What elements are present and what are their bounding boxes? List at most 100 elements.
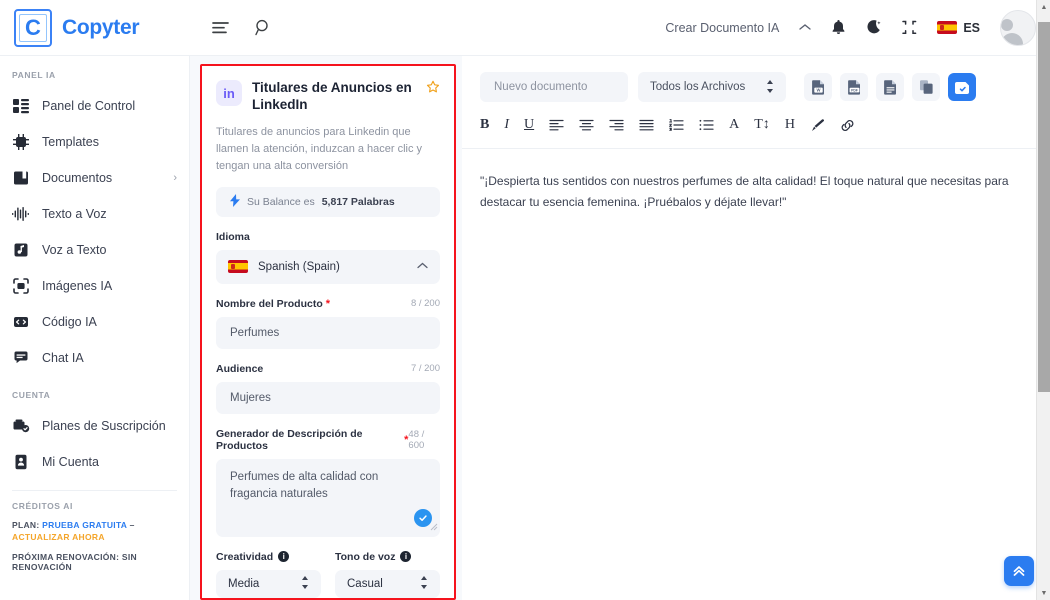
align-center-button[interactable] (579, 116, 594, 134)
plan-prefix: PLAN: (12, 520, 40, 530)
audience-value: Mujeres (230, 391, 271, 404)
sidebar-item-documentos[interactable]: Documentos › (0, 160, 189, 196)
align-left-button[interactable] (549, 116, 564, 134)
sidebar-item-label: Documentos (42, 171, 113, 185)
bell-icon[interactable] (831, 19, 846, 36)
sidebar-item-templates[interactable]: Templates (0, 124, 189, 160)
create-document-menu[interactable]: Crear Documento IA (665, 21, 779, 35)
audience-label-text: Audience (216, 362, 264, 375)
chip-ai-icon (12, 133, 30, 151)
plan-value: PRUEBA GRATUITA (42, 520, 127, 530)
info-icon[interactable]: i (400, 551, 412, 563)
copy-button[interactable] (912, 73, 940, 101)
sidebar-section-credits: CRÉDITOS AI (12, 501, 73, 511)
tone-group: Tono de voz i Casual (335, 551, 440, 598)
scroll-to-top-button[interactable] (1004, 556, 1034, 586)
svg-text:PDF: PDF (851, 88, 858, 92)
dashboard-icon (12, 97, 30, 115)
top-bar-right: Crear Documento IA ES (665, 9, 1050, 46)
tone-select[interactable]: Casual (335, 569, 440, 598)
save-document-button[interactable] (948, 73, 976, 101)
sidebar-item-label: Panel de Control (42, 99, 136, 113)
highlight-button[interactable] (810, 116, 825, 134)
top-bar-left-icons (212, 19, 272, 36)
product-name-label: Nombre del Producto * 8 / 200 (216, 298, 440, 310)
link-button[interactable] (840, 116, 855, 134)
code-icon (12, 313, 30, 331)
linkedin-icon-label: in (223, 85, 235, 101)
language-label-text: Idioma (216, 230, 250, 243)
bold-button[interactable]: B (480, 116, 489, 134)
template-panel: in Titulares de Anuncios en LinkedIn Tit… (200, 64, 456, 600)
italic-button[interactable]: I (504, 116, 509, 134)
menu-icon[interactable] (212, 21, 229, 35)
creativity-value: Media (228, 577, 260, 590)
sidebar-item-planes-de-suscripcion[interactable]: Planes de Suscripción (0, 408, 189, 444)
align-justify-button[interactable] (639, 116, 654, 134)
resize-handle[interactable] (429, 522, 438, 536)
chevron-right-icon: › (173, 172, 177, 184)
plan-upgrade-link[interactable]: ACTUALIZAR AHORA (12, 532, 105, 542)
svg-text:W: W (816, 88, 820, 93)
bullet-list-button[interactable] (699, 116, 714, 134)
sidebar-item-voz-a-texto[interactable]: Voz a Texto (0, 232, 189, 268)
sidebar-item-chat-ia[interactable]: Chat IA (0, 340, 189, 376)
scrollbar-down-arrow[interactable]: ▼ (1037, 586, 1050, 600)
search-icon[interactable] (255, 19, 272, 36)
sidebar-item-label: Texto a Voz (42, 207, 107, 221)
spain-flag-icon (228, 260, 248, 274)
linkedin-icon: in (216, 80, 242, 106)
compress-icon[interactable] (902, 20, 917, 35)
avatar-head (1001, 18, 1013, 31)
language-code: ES (963, 20, 980, 35)
export-txt-button[interactable] (876, 73, 904, 101)
chevron-up-icon[interactable] (799, 22, 812, 34)
underline-button[interactable]: U (524, 116, 534, 134)
language-select[interactable]: Spanish (Spain) (216, 249, 440, 284)
brand-logo-letter: C (25, 14, 41, 40)
moon-icon[interactable] (866, 19, 882, 36)
product-name-input[interactable]: Perfumes (216, 316, 440, 349)
align-right-button[interactable] (609, 116, 624, 134)
sort-arrows-icon (301, 576, 309, 591)
sidebar-item-texto-a-voz[interactable]: Texto a Voz (0, 196, 189, 232)
file-filter-select[interactable]: Todos los Archivos (638, 72, 786, 102)
balance-prefix: Su Balance es (247, 195, 315, 208)
document-name-input[interactable]: Nuevo documento (480, 72, 628, 102)
balance-banner: Su Balance es 5,817 Palabras (216, 186, 440, 217)
page-scrollbar[interactable]: ▲ ▼ (1036, 0, 1050, 600)
export-word-button[interactable]: W (804, 73, 832, 101)
scrollbar-thumb[interactable] (1038, 22, 1050, 392)
credits-section: CRÉDITOS AI PLAN: PRUEBA GRATUITA – ACTU… (0, 491, 189, 572)
export-pdf-button[interactable]: PDF (840, 73, 868, 101)
info-icon[interactable]: i (278, 551, 290, 563)
top-bar: C Copyter Crear Documento IA ES (0, 0, 1050, 56)
bolt-icon (230, 193, 240, 210)
template-panel-wrapper: in Titulares de Anuncios en LinkedIn Tit… (190, 56, 462, 600)
sidebar-item-mi-cuenta[interactable]: Mi Cuenta (0, 444, 189, 480)
book-icon (12, 169, 30, 187)
sidebar-item-panel-de-control[interactable]: Panel de Control (0, 88, 189, 124)
scrollbar-up-arrow[interactable]: ▲ (1037, 0, 1050, 14)
font-color-button[interactable]: A (729, 116, 739, 134)
export-buttons: W PDF (804, 73, 976, 101)
avatar-body (1001, 32, 1023, 45)
tone-label: Tono de voz i (335, 551, 440, 563)
renewal-line: PRÓXIMA RENOVACIÓN: SIN RENOVACIÓN (12, 551, 137, 572)
sidebar-item-imagenes-ia[interactable]: Imágenes IA (0, 268, 189, 304)
creativity-select[interactable]: Media (216, 569, 321, 598)
description-textarea[interactable]: Perfumes de alta calidad con fragancia n… (216, 458, 440, 537)
avatar[interactable] (1000, 9, 1036, 46)
sidebar-item-label: Código IA (42, 315, 97, 329)
heading-button[interactable]: H (785, 116, 795, 134)
brand[interactable]: C Copyter (0, 0, 190, 55)
editor-content[interactable]: "¡Despierta tus sentidos con nuestros pe… (462, 149, 1050, 213)
audience-counter: 7 / 200 (410, 363, 440, 375)
creativity-group: Creatividad i Media (216, 551, 321, 598)
language-switcher[interactable]: ES (937, 21, 980, 35)
star-outline-icon[interactable] (426, 80, 440, 97)
font-size-button[interactable]: T↕ (754, 116, 770, 134)
sidebar-item-codigo-ia[interactable]: Código IA (0, 304, 189, 340)
audience-input[interactable]: Mujeres (216, 381, 440, 414)
ordered-list-button[interactable] (669, 116, 684, 134)
